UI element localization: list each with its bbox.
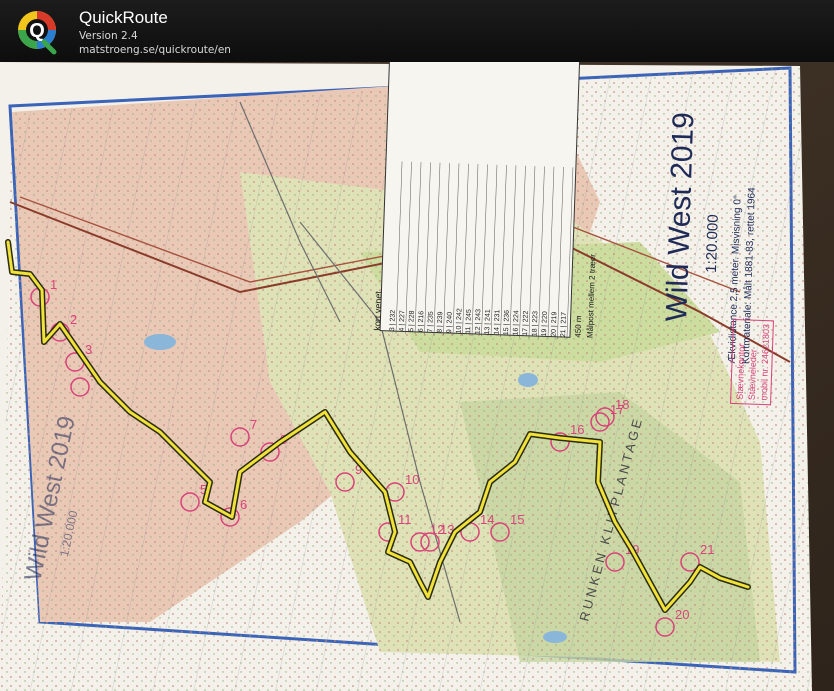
app-url[interactable]: matstroeng.se/quickroute/en — [79, 44, 231, 56]
legend-row: 8 | 239 — [437, 311, 445, 333]
legend-row: 11 | 245 — [465, 309, 473, 334]
legend-row: 10 | 242 — [456, 308, 464, 334]
map-scale: 1:20.000 — [703, 214, 722, 273]
legend-row: 3 | 232 — [389, 310, 397, 332]
app-header: Q QuickRoute Version 2.4 matstroeng.se/q… — [0, 0, 834, 62]
control-number: 6 — [240, 497, 247, 512]
legend-row: 18 | 223 — [532, 311, 540, 337]
legend-row: 20 | 219 — [551, 311, 559, 337]
legend-row: 4 | 227 — [399, 310, 407, 332]
control-number: 18 — [615, 397, 629, 412]
legend-row: 19 | 220 — [541, 311, 549, 337]
legend-row: 12 | 243 — [475, 309, 483, 335]
legend-row: 7 | 235 — [427, 311, 435, 333]
sign-line-1: Stævnekontor — [735, 344, 747, 400]
control-number: 16 — [570, 422, 584, 437]
quickroute-logo-icon: Q — [18, 11, 57, 55]
legend-row: 6 | 216 — [418, 311, 426, 333]
control-number: 15 — [510, 512, 524, 527]
legend-row: 16 | 224 — [513, 310, 521, 336]
legend-row: 21 | 217 — [560, 312, 568, 338]
legend-row: 13 | 241 — [484, 309, 492, 335]
map-photo-svg[interactable]: kort venet 3 | 232 4 | 227 5 | 228 6 | 216 7 … — [0, 62, 834, 691]
map-pond — [518, 373, 538, 387]
legend-row: 14 | 231 — [494, 309, 502, 335]
control-description-table: kort venet 3 | 232 4 | 227 5 | 228 6 | 216 7 … — [372, 62, 597, 340]
app-version: Version 2.4 — [79, 30, 138, 42]
logo-letter: Q — [29, 20, 45, 42]
control-number: 11 — [398, 512, 412, 527]
control-number: 10 — [405, 472, 419, 487]
legend-distance: 450 m — [574, 315, 584, 338]
map-photo-canvas[interactable]: kort venet 3 | 232 4 | 227 5 | 228 6 | 216 7 … — [0, 62, 834, 691]
control-number: 7 — [250, 417, 257, 432]
legend-row: 15 | 236 — [503, 310, 511, 336]
control-number: 20 — [675, 607, 689, 622]
legend-header: kort venet — [372, 290, 383, 330]
control-number: 14 — [480, 512, 494, 527]
map-pond-south — [543, 631, 567, 643]
map-lake — [144, 334, 176, 350]
legend-row: 9 | 240 — [446, 312, 454, 334]
control-number: 2 — [70, 312, 77, 327]
control-number: 21 — [700, 542, 714, 557]
legend-row: 5 | 228 — [408, 310, 416, 332]
control-number: 1 — [50, 277, 57, 292]
legend-row: 17 | 222 — [522, 310, 530, 336]
app-title: QuickRoute — [79, 8, 168, 27]
control-number: 3 — [85, 342, 92, 357]
sign-line-2: Stævneleder — [747, 349, 759, 400]
